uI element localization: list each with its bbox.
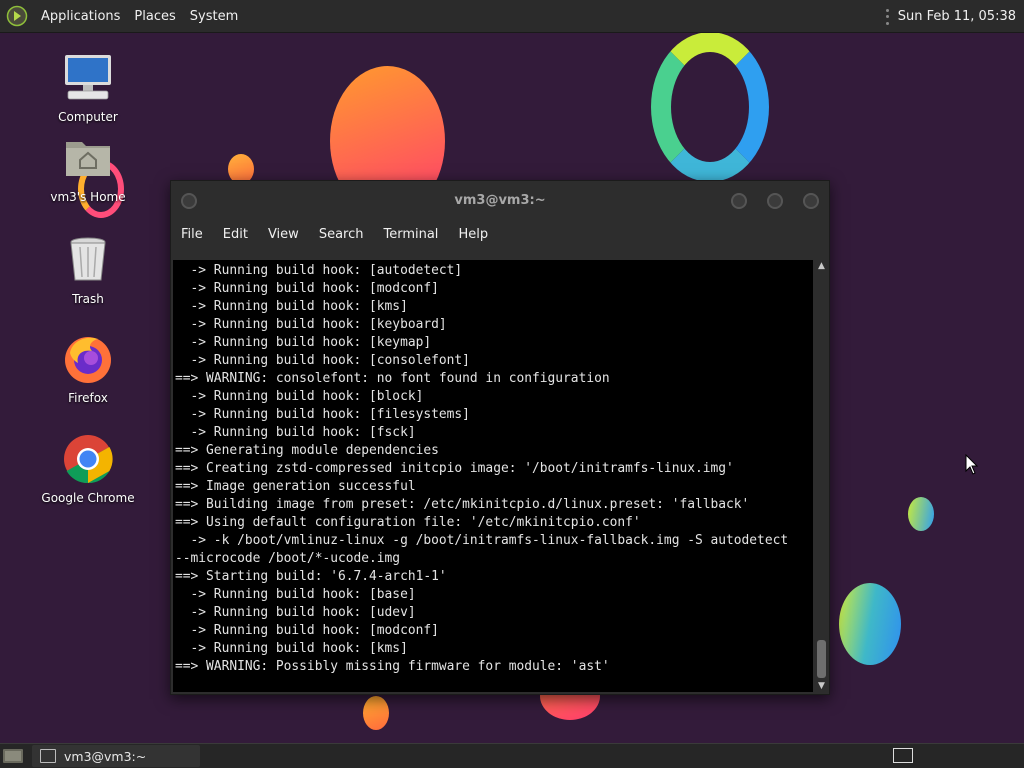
menu-search[interactable]: Search [309,227,374,251]
desktop-icon-firefox[interactable]: Firefox [33,333,143,405]
wallpaper-blob [908,497,934,531]
terminal-line: -> Running build hook: [autodetect] [175,263,463,278]
desktop-icon-label: Firefox [68,391,108,405]
home-folder-icon [62,132,114,184]
terminal-line: ==> Creating zstd-compressed initcpio im… [175,461,734,476]
top-panel: Applications Places System Sun Feb 11, 0… [0,0,1024,33]
terminal-scrollbar[interactable]: ▲ ▼ [815,260,828,692]
wallpaper-blob [363,696,389,730]
terminal-line: -> Running build hook: [udev] [175,605,416,620]
menu-terminal[interactable]: Terminal [373,227,448,251]
mouse-pointer-icon [965,454,979,475]
clock[interactable]: Sun Feb 11, 05:38 [898,9,1016,24]
desktop-icon-label: Google Chrome [41,491,135,505]
show-desktop-icon[interactable] [2,747,24,765]
menu-file[interactable]: File [171,227,213,251]
terminal-icon [40,749,56,763]
terminal-window[interactable]: vm3@vm3:~ File Edit View Search Terminal… [170,180,830,695]
terminal-line: -> Running build hook: [fsck] [175,425,416,440]
wallpaper-ring [651,32,769,182]
terminal-line: ==> Building image from preset: /etc/mki… [175,497,750,512]
terminal-line: ==> Generating module dependencies [175,443,439,458]
desktop-icon-label: Trash [72,292,104,306]
trash-icon [62,234,114,286]
terminal-menubar: File Edit View Search Terminal Help [171,227,498,251]
desktop-icon-home[interactable]: vm3's Home [33,132,143,204]
terminal-line: -> Running build hook: [kms] [175,299,408,314]
terminal-line: -> Running build hook: [consolefont] [175,353,470,368]
close-button[interactable] [803,193,819,209]
panel-handle-icon [885,8,890,25]
scrollbar-thumb[interactable] [817,640,826,678]
minimize-button[interactable] [731,193,747,209]
workspace-switcher[interactable] [893,748,913,763]
terminal-line: -> Running build hook: [filesystems] [175,407,470,422]
terminal-line: -> Running build hook: [block] [175,389,424,404]
terminal-line: -> Running build hook: [modconf] [175,623,439,638]
terminal-line: -> Running build hook: [kms] [175,641,408,656]
desktop-icon-computer[interactable]: Computer [33,52,143,124]
scroll-down-arrow-icon[interactable]: ▼ [815,680,828,692]
computer-icon [62,52,114,104]
window-titlebar[interactable]: vm3@vm3:~ [171,181,829,221]
menu-logo-icon[interactable] [6,5,28,27]
scroll-up-arrow-icon[interactable]: ▲ [815,260,828,272]
terminal-line: -> Running build hook: [keyboard] [175,317,447,332]
firefox-icon [62,333,114,385]
terminal-output[interactable]: -> Running build hook: [autodetect] -> R… [173,260,813,692]
applications-menu[interactable]: Applications [34,9,127,24]
taskbar-terminal-label: vm3@vm3:~ [64,748,147,764]
bottom-panel: vm3@vm3:~ [0,743,1024,768]
system-menu[interactable]: System [183,9,245,24]
terminal-line: -> Running build hook: [keymap] [175,335,432,350]
wallpaper-blob [839,583,901,665]
clock-applet[interactable]: Sun Feb 11, 05:38 [885,0,1016,33]
terminal-line: ==> WARNING: consolefont: no font found … [175,371,610,386]
terminal-line: ==> Starting build: '6.7.4-arch1-1' [175,569,447,584]
desktop-icon-label: vm3's Home [50,190,126,204]
terminal-line: -> -k /boot/vmlinuz-linux -g /boot/initr… [175,533,789,548]
terminal-line: ==> Image generation successful [175,479,416,494]
taskbar-terminal-button[interactable]: vm3@vm3:~ [32,745,200,767]
terminal-line: ==> Using default configuration file: '/… [175,515,641,530]
places-menu[interactable]: Places [127,9,182,24]
terminal-line: ==> WARNING: Possibly missing firmware f… [175,659,610,674]
chrome-icon [62,433,114,485]
menu-view[interactable]: View [258,227,309,251]
desktop-icon-trash[interactable]: Trash [33,234,143,306]
maximize-button[interactable] [767,193,783,209]
desktop-icon-chrome[interactable]: Google Chrome [33,433,143,505]
terminal-line: -> Running build hook: [modconf] [175,281,439,296]
desktop-icon-label: Computer [58,110,118,124]
terminal-line: --microcode /boot/*-ucode.img [175,551,401,566]
menu-help[interactable]: Help [448,227,498,251]
terminal-line: -> Running build hook: [base] [175,587,416,602]
menu-edit[interactable]: Edit [213,227,258,251]
terminal-text: -> Running build hook: [autodetect] -> R… [173,260,813,676]
